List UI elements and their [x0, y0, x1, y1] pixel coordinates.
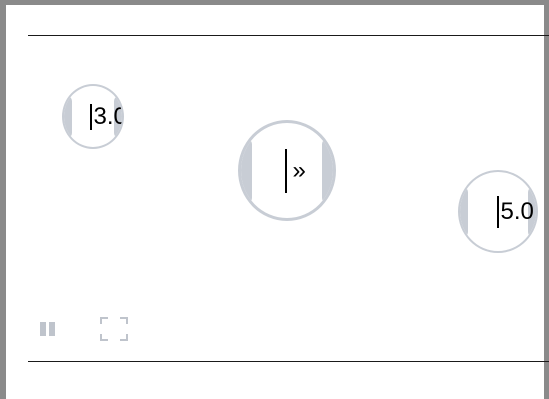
knob-value: 3.0	[90, 102, 124, 130]
knob-value: 5.0	[497, 195, 534, 228]
knob-value: »	[285, 148, 306, 193]
knob-left-handle	[64, 95, 72, 138]
knob-right-handle	[322, 138, 333, 203]
top-divider	[28, 35, 549, 36]
value-knob-5[interactable]: 5.0	[458, 170, 538, 253]
fullscreen-button[interactable]	[100, 317, 128, 341]
value-knob-3[interactable]: 3.0	[62, 84, 124, 149]
pause-icon	[49, 322, 55, 336]
pause-button[interactable]	[40, 322, 56, 336]
bottom-divider	[28, 361, 549, 362]
knob-left-handle	[241, 138, 252, 203]
text-caret	[90, 103, 92, 130]
text-caret	[285, 148, 287, 193]
fullscreen-icon	[120, 334, 128, 341]
knob-value-text: 5.0	[500, 197, 534, 225]
pause-icon	[40, 322, 46, 336]
skip-forward-icon: »	[292, 156, 306, 184]
skip-forward-knob[interactable]: »	[238, 120, 336, 221]
app-frame: 3.0 » 5.0	[0, 0, 549, 399]
knob-left-handle	[460, 186, 468, 237]
fullscreen-icon	[100, 334, 108, 341]
fullscreen-icon	[120, 317, 128, 324]
knob-value-text: 3.0	[93, 102, 124, 130]
fullscreen-icon	[100, 317, 108, 324]
text-caret	[497, 195, 499, 228]
